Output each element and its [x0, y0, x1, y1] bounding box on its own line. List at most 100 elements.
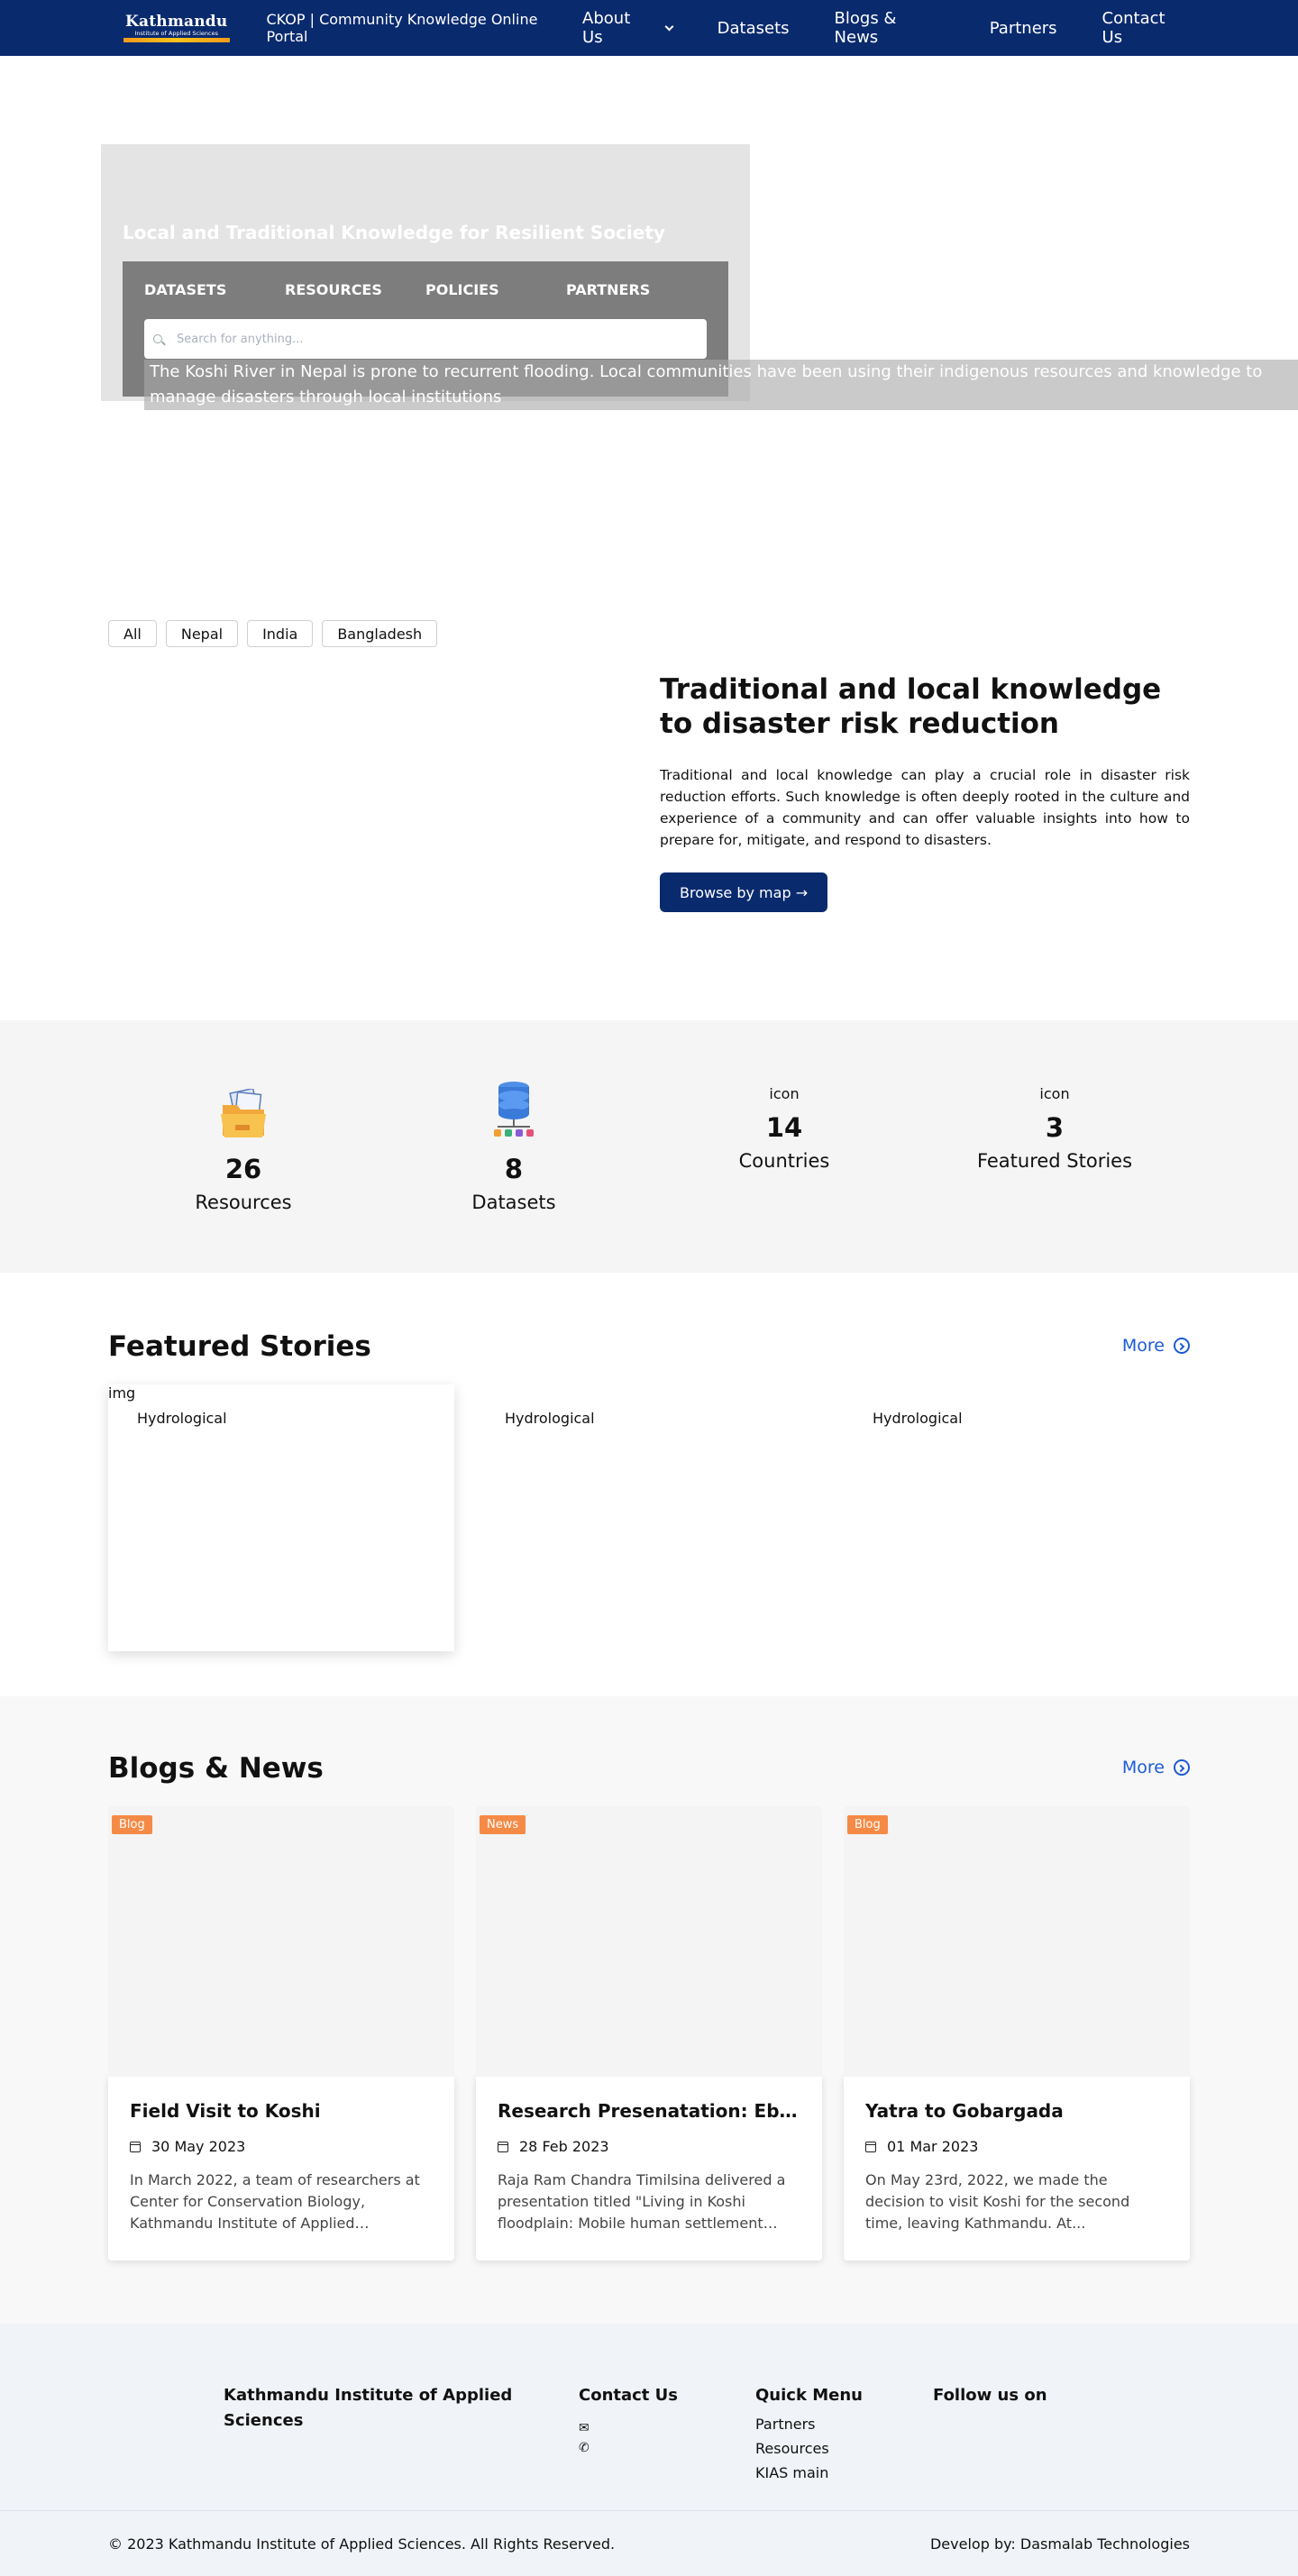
- blog-card-body: Research Presenatation: Ebb and Flow 28 …: [476, 2077, 822, 2261]
- stat-value: 26: [224, 1154, 262, 1184]
- more-label: More: [1121, 1758, 1165, 1777]
- country-filters: All Nepal India Bangladesh: [108, 620, 446, 647]
- tab-datasets[interactable]: DATASETS: [144, 281, 285, 298]
- blog-card-body: Yatra to Gobargada 01 Mar 2023 On May 23…: [844, 2077, 1190, 2261]
- search-icon: [153, 334, 162, 343]
- intro-heading: Traditional and local knowledge to disas…: [660, 673, 1162, 740]
- blog-date: 28 Feb 2023: [519, 2138, 609, 2155]
- footer-bottom-bar: © 2023 Kathmandu Institute of Applied Sc…: [0, 2511, 1298, 2576]
- stat-resources: 26 Resources: [108, 1020, 379, 1273]
- stat-label: Datasets: [471, 1192, 556, 1213]
- calendar-icon: [865, 2141, 876, 2152]
- hero-tabs: DATASETS RESOURCES POLICIES PARTNERS: [144, 281, 707, 298]
- browse-by-map-button[interactable]: Browse by map →: [660, 872, 828, 912]
- hero-title: Local and Traditional Knowledge for Resi…: [123, 222, 665, 243]
- stats-section: 26 Resources 8 Datasets icon 14 Countrie…: [0, 1020, 1298, 1273]
- story-category: Hydrological: [137, 1410, 227, 1427]
- footer-org-name: Kathmandu Institute of Applied Sciences: [224, 2386, 513, 2430]
- stat-datasets: 8 Datasets: [379, 1020, 649, 1273]
- blog-image: Blog: [844, 1806, 1190, 2077]
- story-category: Hydrological: [505, 1410, 595, 1427]
- broken-image-icon: icon: [769, 1078, 799, 1102]
- filter-bangladesh[interactable]: Bangladesh: [322, 620, 438, 647]
- nav-partners[interactable]: Partners: [990, 19, 1057, 38]
- kias-logo[interactable]: Kathmandu Institute of Applied Sciences: [123, 13, 231, 43]
- intro-text: Traditional and local knowledge to disas…: [660, 672, 1190, 912]
- chevron-down-icon: [664, 22, 674, 31]
- featured-story-card[interactable]: Hydrological: [844, 1384, 1190, 1651]
- blog-excerpt: In March 2022, a team of researchers at …: [130, 2171, 420, 2232]
- footer-link-resources[interactable]: Resources: [755, 2440, 863, 2457]
- hero-caption: The Koshi River in Nepal is prone to rec…: [144, 360, 1298, 410]
- logo-name: Kathmandu: [125, 12, 228, 31]
- nav-about-us-label: About Us: [582, 9, 631, 47]
- footer-follow-title: Follow us on: [933, 2386, 1047, 2405]
- stat-value: 14: [765, 1112, 803, 1143]
- blogs-more-link[interactable]: More: [1122, 1758, 1190, 1777]
- search-input[interactable]: [177, 332, 681, 346]
- story-image: img: [108, 1384, 136, 1402]
- tab-partners[interactable]: PARTNERS: [566, 281, 707, 298]
- blog-date-row: 28 Feb 2023: [498, 2138, 800, 2155]
- featured-story-card[interactable]: Hydrological: [476, 1384, 822, 1651]
- arrow-circle-right-icon: [1174, 1759, 1190, 1776]
- blog-date-row: 01 Mar 2023: [865, 2138, 1168, 2155]
- stat-countries: icon 14 Countries: [649, 1020, 919, 1273]
- blog-card-body: Field Visit to Koshi 30 May 2023 In Marc…: [108, 2077, 454, 2261]
- blog-date: 01 Mar 2023: [887, 2138, 979, 2155]
- blog-title[interactable]: Yatra to Gobargada: [865, 2100, 1168, 2122]
- filter-nepal[interactable]: Nepal: [165, 620, 239, 647]
- featured-stories-title: Featured Stories: [108, 1330, 371, 1363]
- blogs-news-title: Blogs & News: [108, 1752, 324, 1785]
- nav-contact-us[interactable]: Contact Us: [1102, 9, 1190, 47]
- blog-card[interactable]: Blog Yatra to Gobargada 01 Mar 2023 On M…: [844, 1806, 1190, 2261]
- more-label: More: [1121, 1336, 1165, 1356]
- nav-blogs-news[interactable]: Blogs & News: [835, 9, 945, 47]
- blog-card[interactable]: Blog Field Visit to Koshi 30 May 2023 In…: [108, 1806, 454, 2261]
- intro-body: Traditional and local knowledge can play…: [660, 767, 1190, 848]
- blog-excerpt: Raja Ram Chandra Timilsina delivered a p…: [498, 2171, 786, 2232]
- stat-label: Countries: [738, 1150, 830, 1172]
- broken-image-icon: icon: [1039, 1078, 1069, 1102]
- calendar-icon: [498, 2141, 508, 2152]
- blog-date: 30 May 2023: [151, 2138, 246, 2155]
- blog-title[interactable]: Research Presenatation: Ebb and Flow: [498, 2100, 800, 2122]
- blog-excerpt: On May 23rd, 2022, we made the decision …: [865, 2171, 1130, 2232]
- copyright-text: © 2023 Kathmandu Institute of Applied Sc…: [108, 2535, 616, 2553]
- featured-more-link[interactable]: More: [1122, 1336, 1190, 1356]
- tab-resources[interactable]: RESOURCES: [285, 281, 425, 298]
- featured-story-card[interactable]: img Hydrological: [108, 1384, 454, 1651]
- blog-image: Blog: [108, 1806, 454, 2077]
- tab-policies[interactable]: POLICIES: [425, 281, 566, 298]
- footer-follow-column: Follow us on: [933, 2383, 1047, 2408]
- blog-badge: Blog: [847, 1815, 888, 1834]
- folder-icon: [217, 1078, 270, 1139]
- footer-quick-menu: Quick Menu Partners Resources KIAS main: [755, 2383, 863, 2481]
- phone-icon[interactable]: ✆: [579, 2441, 678, 2455]
- main-menu: About Us Datasets Blogs & News Partners …: [582, 9, 1190, 47]
- filter-all[interactable]: All: [108, 620, 157, 647]
- filter-india[interactable]: India: [247, 620, 314, 647]
- site-name[interactable]: CKOP | Community Knowledge Online Portal: [267, 11, 583, 45]
- footer-link-kias-main[interactable]: KIAS main: [755, 2464, 863, 2481]
- blog-date-row: 30 May 2023: [130, 2138, 433, 2155]
- story-category: Hydrological: [873, 1410, 963, 1427]
- database-icon: [492, 1078, 535, 1139]
- top-navbar: Kathmandu Institute of Applied Sciences …: [0, 0, 1298, 56]
- blog-title[interactable]: Field Visit to Koshi: [130, 2100, 433, 2122]
- footer-link-partners[interactable]: Partners: [755, 2416, 863, 2433]
- calendar-icon: [130, 2141, 141, 2152]
- footer-quick-title: Quick Menu: [755, 2386, 863, 2405]
- nav-about-us[interactable]: About Us: [582, 9, 674, 47]
- footer-contact-column: Contact Us ✉ ✆: [579, 2383, 678, 2455]
- blog-badge: News: [480, 1815, 526, 1834]
- stat-label: Resources: [195, 1192, 292, 1213]
- footer-contact-title: Contact Us: [579, 2386, 679, 2405]
- blog-card[interactable]: News Research Presenatation: Ebb and Flo…: [476, 1806, 822, 2261]
- envelope-icon[interactable]: ✉: [579, 2421, 678, 2435]
- icon-alt-text: icon: [1039, 1085, 1070, 1102]
- nav-datasets[interactable]: Datasets: [718, 19, 790, 38]
- featured-stories-section: Featured Stories More img Hydrological H…: [0, 1273, 1298, 1696]
- logo-stripe: [123, 37, 230, 42]
- icon-alt-text: icon: [769, 1085, 800, 1102]
